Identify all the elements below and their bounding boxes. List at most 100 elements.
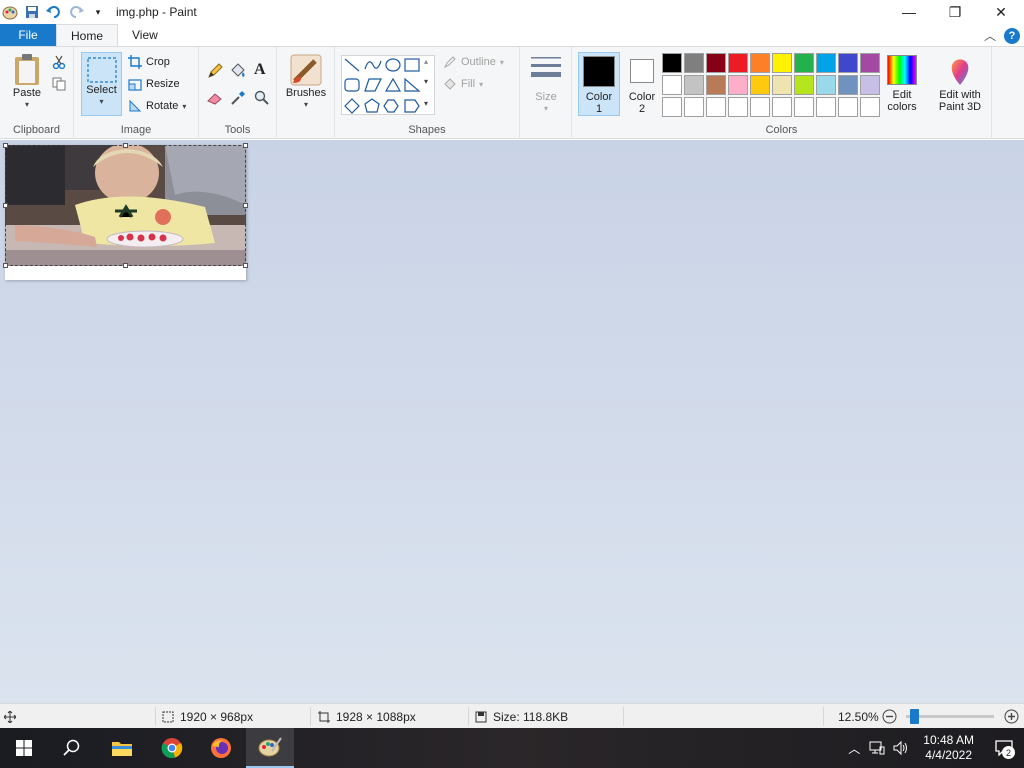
brushes-button[interactable]: Brushes ▾ xyxy=(284,53,328,111)
shapes-more-icon[interactable]: ▾ xyxy=(424,99,428,108)
select-button[interactable]: Select ▾ xyxy=(81,52,122,116)
palette-swatch[interactable] xyxy=(662,53,682,73)
paint-app-icon[interactable] xyxy=(2,4,18,20)
resize-button[interactable]: Resize xyxy=(128,77,180,91)
palette-swatch[interactable] xyxy=(794,53,814,73)
paste-button[interactable]: Paste ▾ xyxy=(8,53,46,111)
fill-label: Fill xyxy=(461,78,476,90)
color-picker-icon[interactable] xyxy=(230,90,246,106)
palette-swatch[interactable] xyxy=(662,97,682,117)
customize-toolbar-chevron-icon[interactable]: ▾ xyxy=(90,4,106,20)
selection-handle-left[interactable] xyxy=(3,203,8,208)
palette-swatch[interactable] xyxy=(816,97,836,117)
palette-swatch[interactable] xyxy=(750,53,770,73)
palette-swatch[interactable] xyxy=(794,75,814,95)
text-tool-icon[interactable]: A xyxy=(254,61,266,79)
palette-swatch[interactable] xyxy=(838,75,858,95)
save-icon[interactable] xyxy=(24,4,40,20)
palette-swatch[interactable] xyxy=(662,75,682,95)
outline-button[interactable]: Outline ▾ xyxy=(443,55,504,69)
taskbar-paint[interactable] xyxy=(246,728,294,768)
palette-swatch[interactable] xyxy=(684,97,704,117)
shapes-scroll-up-icon[interactable]: ▴ xyxy=(424,57,428,66)
selection-handle-bottom[interactable] xyxy=(123,263,128,268)
selection-handle-right[interactable] xyxy=(243,203,248,208)
palette-swatch[interactable] xyxy=(772,75,792,95)
minimize-button[interactable]: — xyxy=(886,0,932,24)
taskbar-chrome[interactable] xyxy=(148,728,196,768)
palette-swatch[interactable] xyxy=(750,97,770,117)
eraser-icon[interactable] xyxy=(207,91,223,105)
color1-label-line1: Color xyxy=(585,91,613,103)
selection-handle-top-right[interactable] xyxy=(243,143,248,148)
selection-handle-top[interactable] xyxy=(123,143,128,148)
crop-button[interactable]: Crop xyxy=(128,55,170,69)
palette-swatch[interactable] xyxy=(860,53,880,73)
network-icon[interactable] xyxy=(865,741,889,755)
rotate-button[interactable]: Rotate ▾ xyxy=(128,99,186,113)
tab-file[interactable]: File xyxy=(0,24,56,46)
zoom-slider[interactable] xyxy=(906,709,994,724)
palette-swatch[interactable] xyxy=(728,97,748,117)
help-icon[interactable]: ? xyxy=(1004,27,1020,44)
palette-swatch[interactable] xyxy=(772,53,792,73)
taskbar-firefox[interactable] xyxy=(197,728,245,768)
redo-icon[interactable] xyxy=(68,4,84,20)
outline-label: Outline xyxy=(461,56,496,68)
undo-icon[interactable] xyxy=(46,4,62,20)
zoom-slider-thumb[interactable] xyxy=(910,709,919,724)
palette-swatch[interactable] xyxy=(794,97,814,117)
photo-image xyxy=(5,145,246,266)
action-center-button[interactable]: 2 xyxy=(984,728,1024,768)
selection-handle-top-left[interactable] xyxy=(3,143,8,148)
palette-swatch[interactable] xyxy=(706,97,726,117)
show-hidden-icons-chevron-icon[interactable]: ︿ xyxy=(843,740,865,757)
start-button[interactable] xyxy=(0,728,48,768)
collapse-ribbon-chevron-icon[interactable]: ︿ xyxy=(984,27,996,44)
canvas-workspace[interactable] xyxy=(0,140,1024,703)
palette-swatch[interactable] xyxy=(838,97,858,117)
taskbar-file-explorer[interactable] xyxy=(98,728,146,768)
pasted-photo[interactable] xyxy=(5,145,246,266)
palette-swatch[interactable] xyxy=(728,75,748,95)
palette-swatch[interactable] xyxy=(838,53,858,73)
image-canvas[interactable] xyxy=(3,143,248,280)
tab-view[interactable]: View xyxy=(118,24,172,46)
color1-button[interactable]: Color 1 xyxy=(578,52,620,116)
taskbar-clock[interactable]: 10:48 AM 4/4/2022 xyxy=(913,733,984,763)
restore-button[interactable]: ❐ xyxy=(932,0,978,24)
volume-icon[interactable] xyxy=(889,741,913,755)
edit-colors-button[interactable]: Edit colors xyxy=(882,55,922,113)
tab-home[interactable]: Home xyxy=(56,24,119,46)
pencil-icon[interactable] xyxy=(207,63,223,79)
zoom-in-button[interactable] xyxy=(1004,704,1019,729)
selection-handle-bottom-left[interactable] xyxy=(3,263,8,268)
search-button[interactable] xyxy=(48,728,96,768)
window-title: img.php - Paint xyxy=(116,5,197,19)
palette-swatch[interactable] xyxy=(860,75,880,95)
palette-swatch[interactable] xyxy=(816,53,836,73)
zoom-out-button[interactable] xyxy=(882,704,897,729)
fill-button[interactable]: Fill ▾ xyxy=(443,77,483,91)
magnifier-icon[interactable] xyxy=(254,90,270,106)
size-button[interactable]: Size ▾ xyxy=(528,55,564,115)
palette-swatch[interactable] xyxy=(706,75,726,95)
copy-button[interactable] xyxy=(52,77,66,91)
edit-with-paint3d-button[interactable]: Edit with Paint 3D xyxy=(934,55,986,113)
palette-swatch[interactable] xyxy=(772,97,792,117)
palette-swatch[interactable] xyxy=(728,53,748,73)
color2-button[interactable]: Color 2 xyxy=(622,55,662,119)
palette-swatch[interactable] xyxy=(816,75,836,95)
palette-swatch[interactable] xyxy=(750,75,770,95)
selection-handle-bottom-right[interactable] xyxy=(243,263,248,268)
palette-swatch[interactable] xyxy=(706,53,726,73)
palette-swatch[interactable] xyxy=(860,97,880,117)
cut-button[interactable] xyxy=(52,55,66,69)
fill-bucket-icon[interactable] xyxy=(229,63,247,79)
close-button[interactable]: ✕ xyxy=(978,0,1024,24)
line-size-icon xyxy=(531,57,561,77)
shapes-gallery[interactable] xyxy=(341,55,435,115)
shapes-scroll-down-icon[interactable]: ▾ xyxy=(424,77,428,86)
palette-swatch[interactable] xyxy=(684,53,704,73)
palette-swatch[interactable] xyxy=(684,75,704,95)
